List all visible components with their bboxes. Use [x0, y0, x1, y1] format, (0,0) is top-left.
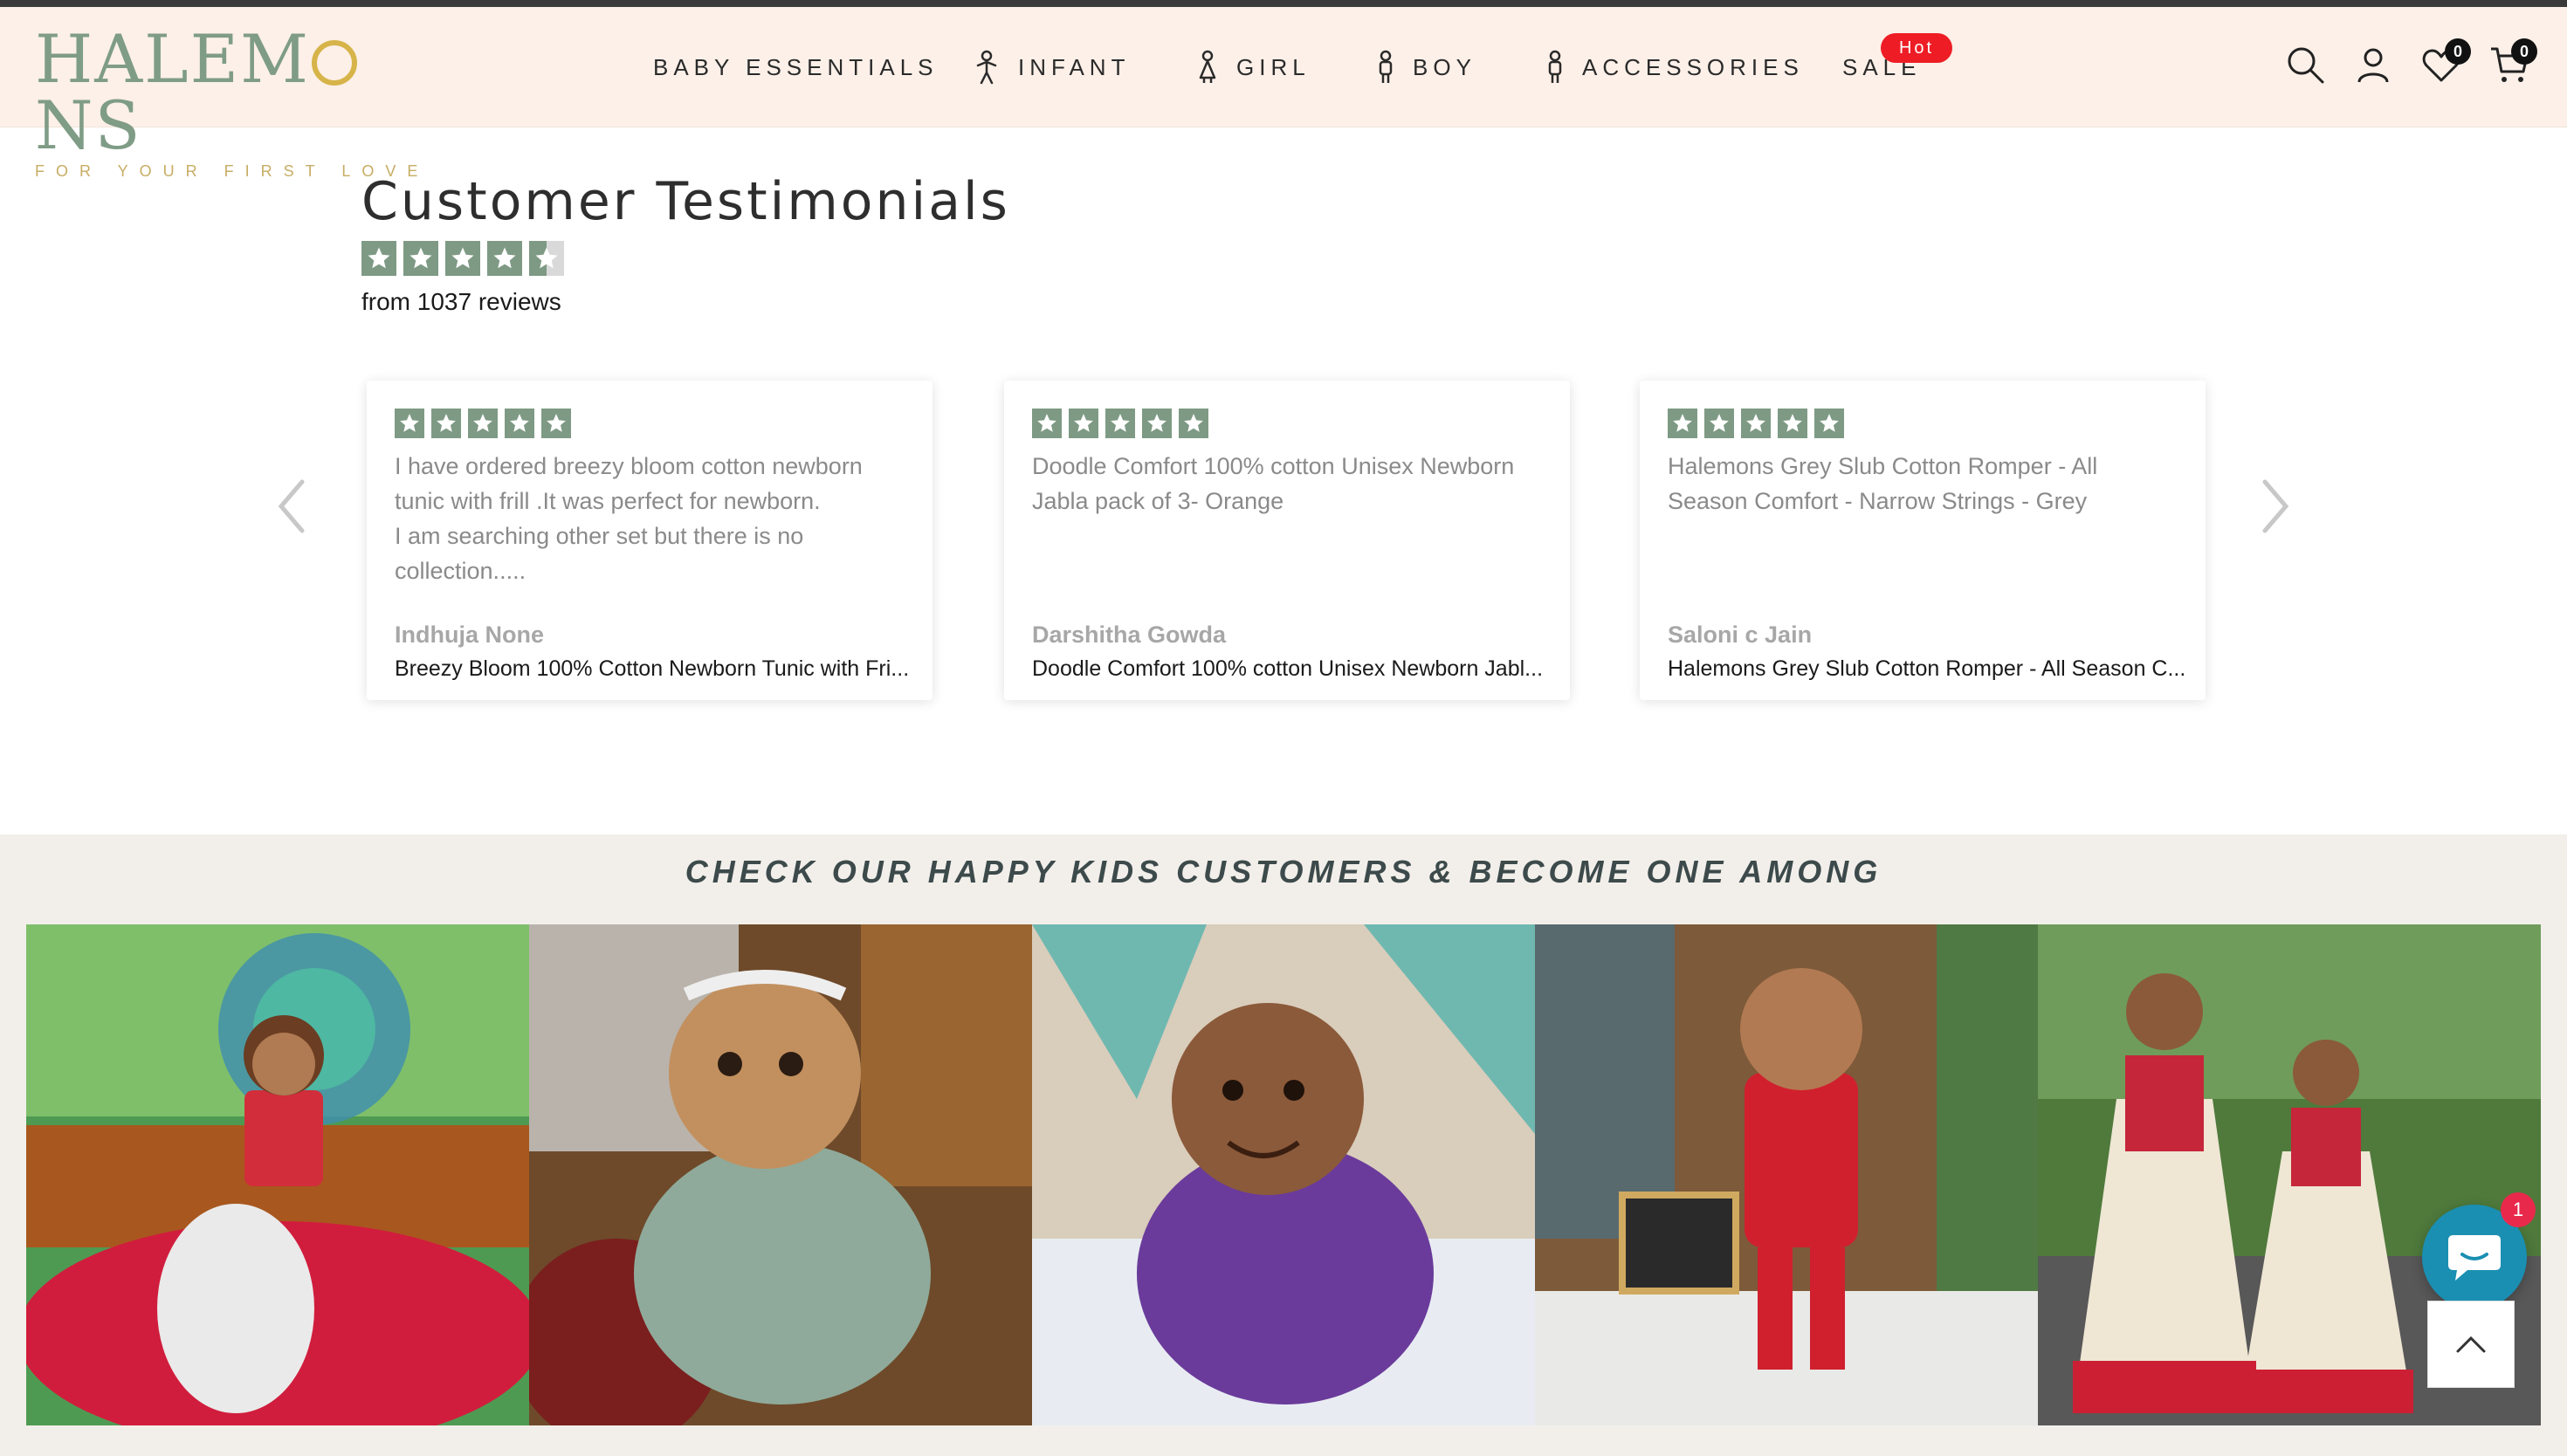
star-icon [431, 409, 461, 438]
star-icon [1105, 409, 1135, 438]
star-icon [1741, 409, 1771, 438]
star-icon [403, 241, 438, 276]
logo-tagline: FOR YOUR FIRST LOVE [35, 162, 430, 180]
chat-icon [2448, 1235, 2501, 1281]
star-icon [1814, 409, 1844, 438]
star-icon [1032, 409, 1062, 438]
happy-kids-section: CHECK OUR HAPPY KIDS CUSTOMERS & BECOME … [0, 834, 2567, 1456]
star-icon [1069, 409, 1098, 438]
nav-infant[interactable]: INFANT [973, 7, 1130, 127]
nav-boy[interactable]: BOY [1376, 7, 1476, 127]
back-to-top-button[interactable] [2427, 1301, 2515, 1388]
cart-count: 0 [2511, 38, 2537, 65]
star-icon [395, 409, 424, 438]
chevron-up-icon [2456, 1336, 2486, 1353]
review-text: Halemons Grey Slub Cotton Romper - All S… [1668, 453, 2098, 514]
prev-arrow-icon[interactable] [274, 478, 309, 534]
customer-photo-4[interactable] [1535, 924, 2038, 1425]
nav-label: INFANT [1018, 53, 1131, 80]
hot-badge: Hot [1881, 33, 1952, 63]
star-icon [361, 241, 396, 276]
nav-label: BABY ESSENTIALS [653, 53, 939, 80]
testimonial-card[interactable]: Halemons Grey Slub Cotton Romper - All S… [1640, 381, 2206, 700]
wishlist-count: 0 [2445, 38, 2471, 65]
star-icon [468, 409, 498, 438]
happy-kids-title: CHECK OUR HAPPY KIDS CUSTOMERS & BECOME … [685, 854, 1882, 889]
chat-unread-badge: 1 [2501, 1192, 2536, 1227]
star-icon [1668, 409, 1697, 438]
star-icon [1142, 409, 1172, 438]
card-rating [1668, 409, 1844, 438]
star-icon [1778, 409, 1807, 438]
review-product-link[interactable]: Halemons Grey Slub Cotton Romper - All S… [1668, 656, 2188, 682]
customer-photo-1[interactable] [26, 924, 529, 1425]
half-star-icon [529, 241, 564, 276]
infant-icon [976, 50, 997, 85]
nav-baby-essentials[interactable]: BABY ESSENTIALS [653, 7, 939, 127]
average-rating-stars [361, 241, 564, 276]
nav-label: GIRL [1236, 53, 1311, 80]
testimonial-card[interactable]: Doodle Comfort 100% cotton Unisex Newbor… [1004, 381, 1570, 700]
customer-photo-2[interactable] [529, 924, 1032, 1425]
account-icon[interactable] [2352, 44, 2394, 86]
testimonial-card[interactable]: I have ordered breezy bloom cotton newbo… [367, 381, 933, 700]
nav-label: BOY [1413, 53, 1476, 80]
testimonials-title: Customer Testimonials [361, 171, 1010, 232]
star-icon [487, 241, 522, 276]
star-icon [445, 241, 480, 276]
girl-icon [1199, 50, 1216, 83]
card-rating [1032, 409, 1208, 438]
nav-accessories[interactable]: ACCESSORIES [1545, 7, 1804, 127]
review-author: Saloni c Jain [1668, 622, 1813, 648]
top-border [0, 0, 2567, 7]
review-product-link[interactable]: Breezy Bloom 100% Cotton Newborn Tunic w… [395, 656, 915, 682]
star-icon [1704, 409, 1734, 438]
review-product-link[interactable]: Doodle Comfort 100% cotton Unisex Newbor… [1032, 656, 1552, 682]
review-author: Indhuja None [395, 622, 544, 648]
review-text: I have ordered breezy bloom cotton newbo… [395, 453, 863, 584]
star-icon [541, 409, 571, 438]
review-author: Darshitha Gowda [1032, 622, 1227, 648]
nav-sale[interactable]: SALE [1842, 7, 1922, 127]
review-count: from 1037 reviews [361, 288, 561, 315]
star-icon [1179, 409, 1208, 438]
card-rating [395, 409, 571, 438]
search-icon[interactable] [2284, 44, 2326, 86]
main-nav: BABY ESSENTIALS INFANT GIRL BOY ACCESSOR… [0, 7, 2567, 127]
review-text: Doodle Comfort 100% cotton Unisex Newbor… [1032, 453, 1515, 514]
boy-icon [1379, 50, 1393, 83]
next-arrow-icon[interactable] [2258, 478, 2293, 534]
star-icon [505, 409, 534, 438]
nav-label: ACCESSORIES [1582, 53, 1804, 80]
nav-girl[interactable]: GIRL [1196, 7, 1311, 127]
customer-photo-3[interactable] [1032, 924, 1535, 1425]
accessories-icon [1548, 50, 1562, 83]
